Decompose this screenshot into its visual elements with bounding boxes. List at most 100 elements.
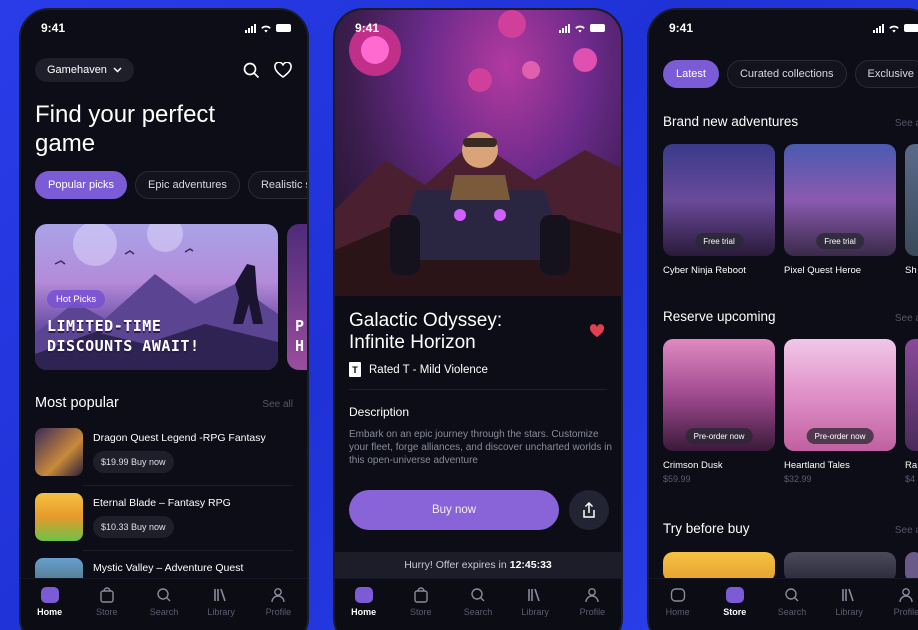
heart-icon[interactable] bbox=[273, 60, 293, 80]
list-item[interactable]: Dragon Quest Legend -RPG Fantasy $19.99 … bbox=[35, 428, 293, 482]
status-bar: 9:41 bbox=[355, 20, 605, 36]
signal-icon bbox=[559, 23, 570, 33]
brand-new-row: Free trial Cyber Ninja Reboot Free trial… bbox=[663, 144, 918, 276]
profile-icon bbox=[269, 587, 287, 603]
phone-home-screen: 9:41 Gamehaven Find your perfect game Po… bbox=[19, 8, 309, 630]
wifi-icon bbox=[575, 25, 585, 32]
see-all-link[interactable]: See all bbox=[262, 399, 293, 410]
nav-home[interactable]: Home bbox=[653, 587, 703, 617]
tab-exclusive[interactable]: Exclusive bbox=[854, 60, 918, 88]
category-chips: Popular picks Epic adventures Realistic … bbox=[35, 171, 307, 199]
store-selector[interactable]: Gamehaven bbox=[35, 58, 134, 82]
description-text: Embark on an epic journey through the st… bbox=[349, 429, 612, 466]
signal-icon bbox=[245, 23, 256, 33]
status-icons bbox=[245, 23, 291, 33]
share-button[interactable] bbox=[569, 490, 609, 530]
home-icon bbox=[40, 587, 59, 603]
hot-picks-badge: Hot Picks bbox=[47, 290, 106, 308]
profile-icon bbox=[897, 587, 915, 603]
bag-icon bbox=[98, 587, 116, 603]
nav-search[interactable]: Search bbox=[767, 587, 817, 617]
tab-latest[interactable]: Latest bbox=[663, 60, 719, 88]
chip-popular-picks[interactable]: Popular picks bbox=[35, 171, 128, 199]
store-selector-label: Gamehaven bbox=[47, 64, 107, 76]
game-name: Pixel Quest Heroe bbox=[784, 265, 862, 276]
game-price: $59.99 bbox=[663, 474, 691, 484]
game-cover: Free trial bbox=[663, 144, 775, 256]
nav-profile[interactable]: Profile bbox=[881, 587, 918, 617]
reserve-upcoming-row: Pre-order now Crimson Dusk $59.99 Pre-or… bbox=[663, 339, 918, 484]
status-bar: 9:41 bbox=[41, 20, 291, 36]
rating-text: Rated T - Mild Violence bbox=[369, 363, 488, 376]
page-title: Find your perfect game bbox=[35, 101, 216, 157]
nav-profile[interactable]: Profile bbox=[253, 587, 303, 617]
nav-search[interactable]: Search bbox=[139, 587, 189, 617]
offer-countdown: Hurry! Offer expires in 12:45:33 bbox=[335, 552, 621, 578]
game-name: Cyber Ninja Reboot bbox=[663, 265, 746, 276]
nav-library[interactable]: Library bbox=[510, 587, 560, 617]
esrb-icon: T bbox=[349, 362, 361, 377]
game-thumbnail bbox=[35, 428, 83, 476]
game-card[interactable]: Sh bbox=[905, 144, 918, 276]
game-cover: Free trial bbox=[784, 144, 896, 256]
search-icon bbox=[155, 587, 173, 603]
phone-game-detail-screen: 9:41 Galactic Odyssey: Infinite Horizon … bbox=[333, 8, 623, 630]
status-bar: 9:41 bbox=[669, 20, 918, 36]
pre-order-badge: Pre-order now bbox=[806, 428, 874, 444]
game-card[interactable]: Pre-order now Crimson Dusk $59.99 bbox=[663, 339, 775, 484]
battery-icon bbox=[276, 24, 291, 32]
search-icon bbox=[469, 587, 487, 603]
see-all-link[interactable]: See a bbox=[895, 313, 918, 324]
game-card[interactable]: Ra $4 bbox=[905, 339, 918, 484]
chip-realistic[interactable]: Realistic s bbox=[247, 171, 307, 199]
nav-store[interactable]: Store bbox=[82, 587, 132, 617]
list-item[interactable]: Eternal Blade – Fantasy RPG $10.33 Buy n… bbox=[35, 493, 293, 547]
buy-now-button[interactable]: $19.99 Buy now bbox=[93, 451, 174, 473]
favorite-heart-icon[interactable] bbox=[589, 324, 605, 343]
share-icon bbox=[583, 501, 595, 518]
game-name: Eternal Blade – Fantasy RPG bbox=[93, 497, 231, 509]
divider bbox=[349, 389, 607, 390]
nav-search[interactable]: Search bbox=[453, 587, 503, 617]
countdown-timer: 12:45:33 bbox=[509, 559, 552, 571]
buy-now-button[interactable]: Buy now bbox=[349, 490, 559, 530]
game-name: Ra bbox=[905, 460, 918, 471]
buy-now-button[interactable]: $10.33 Buy now bbox=[93, 516, 174, 538]
game-cover: Pre-order now bbox=[663, 339, 775, 451]
wifi-icon bbox=[261, 25, 271, 32]
status-time: 9:41 bbox=[355, 21, 380, 35]
chip-epic-adventures[interactable]: Epic adventures bbox=[135, 171, 240, 199]
next-banner-peek[interactable]: P H bbox=[287, 224, 307, 370]
nav-home[interactable]: Home bbox=[25, 587, 75, 617]
game-card[interactable]: Free trial Pixel Quest Heroe bbox=[784, 144, 896, 276]
nav-library[interactable]: Library bbox=[824, 587, 874, 617]
search-icon[interactable] bbox=[241, 60, 261, 80]
tab-curated-collections[interactable]: Curated collections bbox=[726, 60, 847, 88]
game-card[interactable]: Free trial Cyber Ninja Reboot bbox=[663, 144, 775, 276]
see-all-link[interactable]: See a bbox=[895, 525, 918, 536]
nav-store[interactable]: Store bbox=[396, 587, 446, 617]
nav-store[interactable]: Store bbox=[710, 587, 760, 617]
nav-home[interactable]: Home bbox=[339, 587, 389, 617]
see-all-link[interactable]: See a bbox=[895, 118, 918, 129]
phone-store-screen: 9:41 Latest Curated collections Exclusiv… bbox=[647, 8, 918, 630]
nav-profile[interactable]: Profile bbox=[567, 587, 617, 617]
profile-icon bbox=[583, 587, 601, 603]
bag-icon bbox=[725, 587, 744, 603]
battery-icon bbox=[904, 24, 918, 32]
game-cover: Pre-order now bbox=[784, 339, 896, 451]
bottom-nav: Home Store Search Library Profile bbox=[21, 578, 307, 630]
game-price: $32.99 bbox=[784, 474, 812, 484]
game-card[interactable]: Pre-order now Heartland Tales $32.99 bbox=[784, 339, 896, 484]
section-title: Most popular bbox=[35, 395, 119, 411]
promo-banner[interactable]: Hot Picks LIMITED-TIME DISCOUNTS AWAIT! bbox=[35, 224, 278, 370]
brand-new-header: Brand new adventures See a bbox=[663, 114, 918, 129]
status-time: 9:41 bbox=[41, 21, 66, 35]
banner-headline: LIMITED-TIME DISCOUNTS AWAIT! bbox=[47, 317, 200, 355]
game-cover bbox=[905, 339, 918, 451]
bottom-nav: Home Store Search Library Profile bbox=[335, 578, 621, 630]
try-before-buy-header: Try before buy See a bbox=[663, 521, 918, 536]
nav-library[interactable]: Library bbox=[196, 587, 246, 617]
battery-icon bbox=[590, 24, 605, 32]
store-tabs: Latest Curated collections Exclusive bbox=[663, 60, 918, 88]
